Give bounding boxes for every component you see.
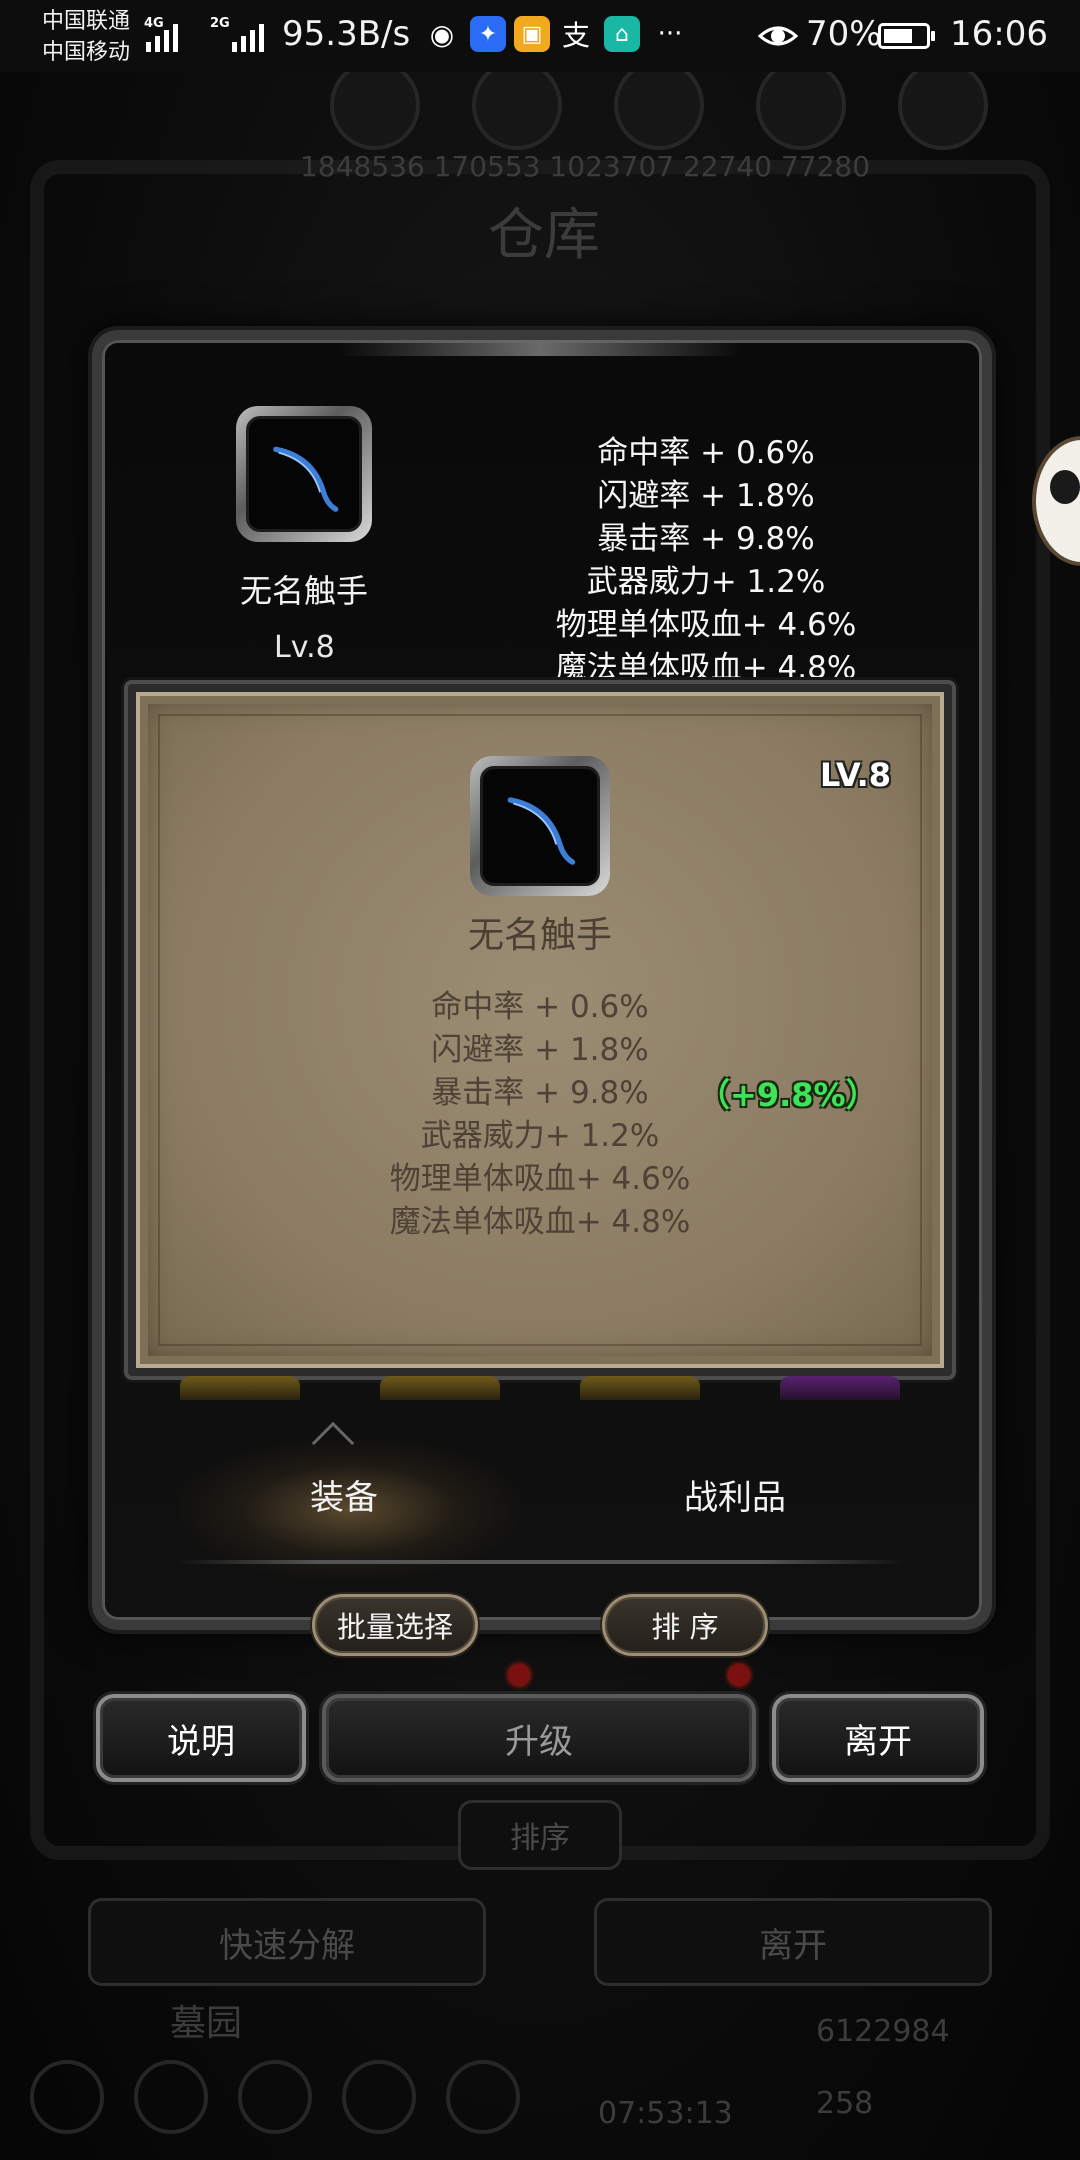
more-notifications-icon: ··· xyxy=(657,19,683,49)
home-app-icon: ⌂ xyxy=(604,16,640,52)
upgrade-button[interactable]: 升级 xyxy=(322,1694,756,1782)
stat-bonus: （+9.8%） xyxy=(698,1076,878,1114)
tentacle-icon xyxy=(508,797,576,866)
equipped-item-slot[interactable] xyxy=(236,406,372,542)
signal-icon xyxy=(232,20,264,52)
notification-dot xyxy=(728,1664,750,1686)
tab-equipment[interactable]: 装备 xyxy=(310,1470,378,1519)
compare-stats-list: 命中率 + 0.6% 闪避率 + 1.8% 暴击率 + 9.8% 武器威力+ 1… xyxy=(340,986,740,1244)
compare-item-level: LV.8 xyxy=(820,756,892,794)
alipay-icon: 支 xyxy=(561,19,590,52)
stat-row: 命中率 + 0.6% xyxy=(431,989,649,1025)
clock: 16:06 xyxy=(950,14,1048,54)
background-guild-label: 墓园 xyxy=(170,2003,243,2044)
inventory-item-icon xyxy=(580,1376,700,1400)
carrier-2: 中国移动 xyxy=(42,40,131,65)
background-sort-button: 排序 xyxy=(458,1800,622,1870)
stat-row: 武器威力+ 1.2% xyxy=(420,1118,660,1154)
orb-icon xyxy=(472,60,562,150)
orb-icon xyxy=(898,60,988,150)
stat-row: 武器威力+ 1.2% xyxy=(586,564,826,600)
background-gold: 6122984 xyxy=(816,2014,950,2049)
inventory-item-icon xyxy=(180,1376,300,1400)
stat-row: 暴击率 + 9.8% xyxy=(597,521,815,557)
stat-row: 命中率 + 0.6% xyxy=(597,435,815,471)
status-bar: 中国联通 中国移动 4G 2G 95.3B/s ◉ ✦ ▣ 支 ⌂ ··· 70… xyxy=(0,0,1080,72)
background-timer: 07:53:13 xyxy=(598,2096,733,2131)
signal-icon xyxy=(146,20,178,52)
background-title: 仓库 xyxy=(488,203,600,268)
tab-divider xyxy=(176,1560,906,1564)
background-bottom-nav xyxy=(30,2060,520,2134)
background-leave-button: 离开 xyxy=(594,1898,992,1986)
stat-row: 物理单体吸血+ 4.6% xyxy=(389,1161,691,1197)
bulb-icon: ✦ xyxy=(470,16,506,52)
background-gems: 258 xyxy=(816,2086,874,2121)
equipped-item-level: Lv.8 xyxy=(274,630,335,665)
sort-button[interactable]: 排 序 xyxy=(602,1594,768,1656)
app-icon: ▣ xyxy=(514,16,550,52)
background-quick-disassemble-button: 快速分解 xyxy=(88,1898,486,1986)
panel-ornament xyxy=(340,340,740,356)
equipped-item-name: 无名触手 xyxy=(239,572,368,610)
orb-icon xyxy=(330,60,420,150)
battery-percent: 70% xyxy=(806,14,882,54)
notification-dot xyxy=(508,1664,530,1686)
stat-row: 物理单体吸血+ 4.6% xyxy=(555,607,857,643)
nav-icon xyxy=(134,2060,208,2134)
tentacle-icon xyxy=(273,446,339,512)
wechat-icon: ◉ xyxy=(429,17,455,51)
background-stats-row: 1848536 170553 1023707 22740 77280 xyxy=(300,150,871,183)
battery-icon xyxy=(878,23,935,49)
compare-item-slot xyxy=(470,756,610,896)
nav-icon xyxy=(446,2060,520,2134)
nav-icon xyxy=(342,2060,416,2134)
stat-row: 暴击率 + 9.8% xyxy=(431,1075,649,1111)
orb-icon xyxy=(756,60,846,150)
nav-icon xyxy=(238,2060,312,2134)
stat-row: 闪避率 + 1.8% xyxy=(597,478,815,514)
stat-row: 闪避率 + 1.8% xyxy=(431,1032,649,1068)
explain-button[interactable]: 说明 xyxy=(96,1694,306,1782)
tab-loot[interactable]: 战利品 xyxy=(684,1470,786,1519)
inventory-item-icon xyxy=(780,1376,900,1400)
network-type-2: 2G xyxy=(210,16,230,31)
compare-item-name: 无名触手 xyxy=(467,915,612,956)
batch-select-button[interactable]: 批量选择 xyxy=(312,1594,478,1656)
stat-row: 魔法单体吸血+ 4.8% xyxy=(389,1204,691,1240)
inventory-row-peek xyxy=(180,1376,900,1400)
inventory-item-icon xyxy=(380,1376,500,1400)
leave-button[interactable]: 离开 xyxy=(772,1694,984,1782)
carrier-1: 中国联通 xyxy=(42,9,131,34)
background-resource-orbs xyxy=(330,60,988,150)
eye-icon xyxy=(758,26,798,46)
equipped-stats-list: 命中率 + 0.6% 闪避率 + 1.8% 暴击率 + 9.8% 武器威力+ 1… xyxy=(506,432,906,690)
orb-icon xyxy=(614,60,704,150)
network-speed: 95.3B/s xyxy=(282,14,411,54)
nav-icon xyxy=(30,2060,104,2134)
